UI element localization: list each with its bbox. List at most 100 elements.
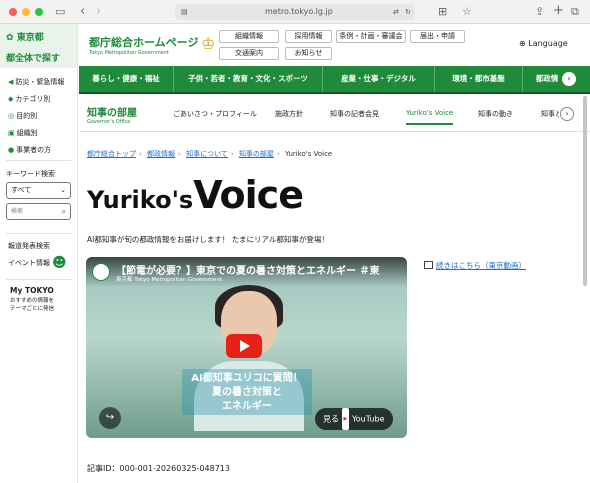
breadcrumb-separator-icon: › xyxy=(230,150,234,158)
page-title-right: Voice xyxy=(193,173,304,217)
caption-line: AI都知事ユリコに質問！ xyxy=(191,373,303,384)
mascot-icon: ☻ xyxy=(52,255,67,271)
forward-icon[interactable]: › xyxy=(96,5,101,18)
sidebar-item-events[interactable]: イベント情報 ☻ xyxy=(0,255,77,272)
sidebar-item-label: カテゴリ別 xyxy=(15,95,51,103)
mytokyo-banner[interactable]: My TOKYO おすすめの情報を テーマごとに発信 xyxy=(0,280,77,313)
close-window-button[interactable] xyxy=(9,8,17,16)
tag-icon: ◆ xyxy=(8,95,14,103)
search-icon[interactable]: ⌕ xyxy=(62,204,66,219)
global-nav: 暮らし・健康・福祉 子供・若者・教育・文化・スポーツ 産業・仕事・デジタル 環境… xyxy=(79,66,590,94)
header-link-news[interactable]: お知らせ xyxy=(285,47,332,60)
page-title: Yuriko'sVoice xyxy=(87,173,304,217)
youtube-video-player[interactable]: AI都知事ユリコに質問！ 夏の暑さ対策と エネルギー 【節電が必要？】東京での夏… xyxy=(86,257,407,438)
bookmark-icon[interactable]: ☆ xyxy=(462,6,472,18)
browser-toolbar: ▭ ‹ › ▤ metro.tokyo.lg.jp ⇄ ↻ ⊞ ☆ ⇪ + ⧉ xyxy=(0,0,590,24)
subnav-item-policy[interactable]: 施政方針 xyxy=(275,109,303,119)
breadcrumb: 都庁総合トップ › 都政情報 › 知事について › 知事の部屋 › Yuriko's V… xyxy=(87,149,332,159)
left-sidebar: ✿ 東京都 都全体で探す ◀ 防災・緊急情報 ◆ カテゴリ別 ◎ 目的別 ▣ 組織別 ●… xyxy=(0,24,78,483)
watch-on-youtube-button[interactable]: 見る ▶ YouTube xyxy=(315,408,393,430)
video-channel: 東京都 Tokyo Metropolitan Government xyxy=(116,277,223,283)
back-icon[interactable]: ‹ xyxy=(80,5,85,18)
sidebar-item-business[interactable]: ● 事業者の方 xyxy=(0,142,77,159)
sidebar-item-label: 組織別 xyxy=(16,129,38,137)
search-scope-select[interactable]: すべて ⌄ xyxy=(6,182,71,199)
caption-line: 夏の暑さ対策と xyxy=(212,387,282,398)
gnav-item-industry[interactable]: 産業・仕事・デジタル xyxy=(323,66,435,92)
sidebar-item-organization[interactable]: ▣ 組織別 xyxy=(0,125,77,142)
sidebar-tagline: 都全体で探す xyxy=(6,54,61,64)
search-placeholder: 検索 xyxy=(11,208,24,215)
breadcrumb-separator-icon: › xyxy=(276,150,280,158)
video-icon xyxy=(424,261,433,269)
extensions-icon[interactable]: ⊞ xyxy=(438,6,447,18)
new-tab-icon[interactable]: + xyxy=(553,4,564,17)
minimize-window-button[interactable] xyxy=(22,8,30,16)
breadcrumb-separator-icon: › xyxy=(139,150,142,158)
keyword-search-label: キーワード検索 xyxy=(6,170,55,178)
sidebar-header: ✿ 東京都 都全体で探す xyxy=(0,24,77,68)
share-icon[interactable]: ⇪ xyxy=(535,6,544,18)
breadcrumb-current: Yuriko's Voice xyxy=(284,150,333,158)
sidebar-item-press[interactable]: 報道発表検索 xyxy=(0,238,77,255)
search-input[interactable]: 検索 ⌕ xyxy=(6,203,71,220)
maximize-window-button[interactable] xyxy=(35,8,43,16)
chevron-right-icon[interactable]: › xyxy=(562,72,576,86)
site-title: 都庁総合ホームページ xyxy=(89,36,199,49)
thumbnail-caption: AI都知事ユリコに質問！ 夏の暑さ対策と エネルギー xyxy=(182,369,312,415)
tokyo-logo[interactable]: ✿ 東京都 xyxy=(6,30,77,43)
gnav-item-environment[interactable]: 環境・都市基盤 xyxy=(435,66,523,92)
play-button[interactable] xyxy=(226,334,262,358)
header-link-applications[interactable]: 届出・申請 xyxy=(410,30,465,43)
language-selector[interactable]: ⊕ Language xyxy=(519,39,568,48)
more-videos-label: 続きはこちら（東京動画） xyxy=(436,261,526,270)
breadcrumb-governors-office[interactable]: 知事の部屋 xyxy=(239,150,274,158)
breadcrumb-about-governor[interactable]: 知事について xyxy=(186,150,228,158)
youtube-play-icon: ▶ xyxy=(341,408,350,430)
logo-text: 東京都 xyxy=(16,33,44,43)
more-videos-link[interactable]: 続きはこちら（東京動画） xyxy=(424,260,526,271)
main-content: 都庁総合トップ › 都政情報 › 知事について › 知事の部屋 › Yuriko's V… xyxy=(79,133,590,483)
watch-on-label: 見る xyxy=(323,414,339,424)
tab-overview-icon[interactable]: ⧉ xyxy=(571,6,579,18)
mytokyo-title: My TOKYO xyxy=(10,286,54,295)
sidebar-item-category[interactable]: ◆ カテゴリ別 xyxy=(0,91,77,108)
reload-icon[interactable]: ↻ xyxy=(405,4,411,20)
chevron-down-icon: ⌄ xyxy=(60,186,66,194)
url-text: metro.tokyo.lg.jp xyxy=(265,7,333,16)
gnav-item-living[interactable]: 暮らし・健康・福祉 xyxy=(79,66,174,92)
header-link-organization[interactable]: 組織情報 xyxy=(219,30,279,43)
caption-line: エネルギー xyxy=(222,401,272,412)
address-bar[interactable]: ▤ metro.tokyo.lg.jp ⇄ ↻ xyxy=(175,4,415,20)
header-link-access[interactable]: 交通案内 xyxy=(219,47,279,60)
gnav-item-youth[interactable]: 子供・若者・教育・文化・スポーツ xyxy=(174,66,323,92)
site-subtitle: Tokyo Metropolitan Government xyxy=(89,50,169,56)
sidebar-item-label: イベント情報 xyxy=(8,259,50,267)
globe-icon: ⊕ xyxy=(519,39,526,48)
subnav-item-yurikos-voice[interactable]: Yuriko's Voice xyxy=(406,109,454,125)
share-icon[interactable]: ↪ xyxy=(99,407,121,429)
header-link-recruitment[interactable]: 採用情報 xyxy=(285,30,332,43)
emblem-icon: ♔ xyxy=(201,34,216,53)
subnav-item-more[interactable]: 知事と xyxy=(541,109,559,119)
subnav-title[interactable]: 知事の部屋 Governor's Office xyxy=(87,104,137,125)
target-icon: ◎ xyxy=(8,112,15,120)
breadcrumb-government-info[interactable]: 都政情報 xyxy=(147,150,175,158)
site-logo[interactable]: 都庁総合ホームページ Tokyo Metropolitan Government xyxy=(89,34,198,56)
sidebar-toggle-icon[interactable]: ▭ xyxy=(55,6,65,18)
page-scrollbar[interactable] xyxy=(583,96,587,286)
sidebar-item-purpose[interactable]: ◎ 目的別 xyxy=(0,108,77,125)
sidebar-item-label: 事業者の方 xyxy=(16,146,52,154)
header-link-ordinances[interactable]: 条例・計画・審議会 xyxy=(336,30,406,43)
subnav-item-activities[interactable]: 知事の動き xyxy=(478,109,513,119)
intro-text: AI都知事が旬の都政情報をお届けします！ たまにリアル都知事が登場！ xyxy=(87,235,329,244)
chevron-right-icon[interactable]: › xyxy=(560,107,574,121)
subnav-item-profile[interactable]: ごあいさつ・プロフィール xyxy=(173,109,257,119)
translate-icon[interactable]: ⇄ xyxy=(393,4,399,20)
subnav-item-press[interactable]: 知事の記者会見 xyxy=(330,109,379,119)
sidebar-item-disaster[interactable]: ◀ 防災・緊急情報 xyxy=(0,74,77,91)
youtube-label: YouTube xyxy=(351,414,385,424)
channel-avatar[interactable] xyxy=(92,263,110,281)
megaphone-icon: ◀ xyxy=(8,78,14,86)
breadcrumb-top[interactable]: 都庁総合トップ xyxy=(87,150,136,158)
